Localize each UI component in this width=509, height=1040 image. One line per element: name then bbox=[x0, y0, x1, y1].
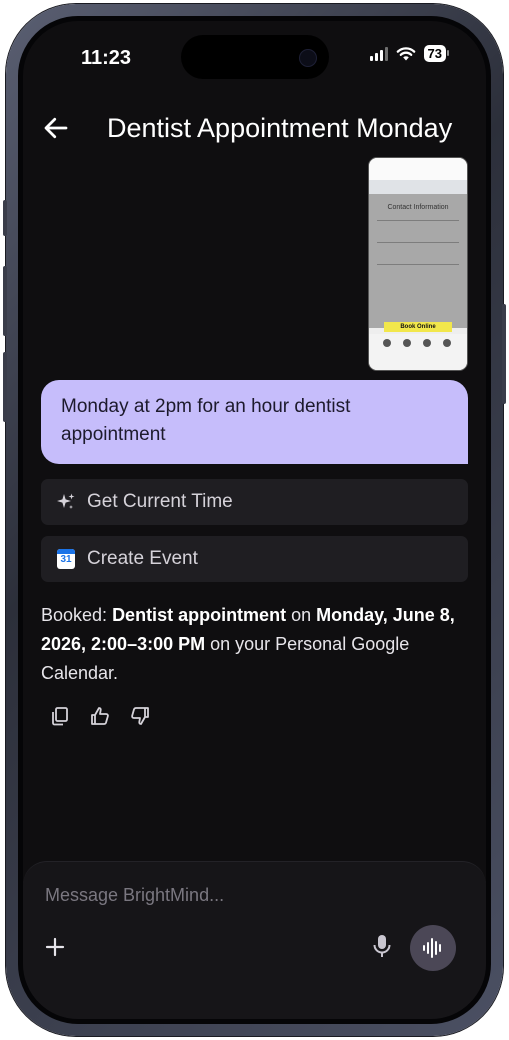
thumbs-down-icon[interactable] bbox=[129, 705, 151, 727]
response-prefix: Booked: bbox=[41, 605, 113, 625]
response-connector: on bbox=[286, 605, 317, 625]
tool-call-label: Get Current Time bbox=[87, 491, 233, 512]
thumbnail-dot bbox=[423, 339, 431, 347]
assistant-response: Booked: Dentist appointment on Monday, J… bbox=[41, 601, 464, 688]
copy-icon[interactable] bbox=[49, 705, 71, 727]
battery-icon: 73 bbox=[423, 45, 450, 62]
message-input[interactable]: Message BrightMind... bbox=[45, 885, 224, 906]
status-icons: 73 bbox=[369, 45, 450, 62]
sparkle-icon bbox=[55, 491, 77, 513]
plus-icon[interactable] bbox=[43, 935, 67, 959]
user-message-bubble: Monday at 2pm for an hour dentist appoin… bbox=[41, 380, 468, 464]
conversation-title: Dentist Appointment Monday bbox=[107, 113, 453, 143]
volume-up-button bbox=[3, 266, 7, 336]
response-event-name: Dentist appointment bbox=[112, 605, 287, 625]
action-button bbox=[3, 200, 7, 236]
power-button bbox=[502, 304, 506, 404]
top-app-bar: Dentist Appointment Monday bbox=[23, 103, 486, 155]
thumbnail-dot bbox=[443, 339, 451, 347]
wifi-icon bbox=[396, 46, 415, 60]
microphone-icon[interactable] bbox=[370, 933, 394, 959]
camera-icon bbox=[299, 49, 317, 67]
voice-mode-button[interactable] bbox=[410, 925, 456, 971]
thumbnail-divider bbox=[377, 242, 459, 243]
thumbs-up-icon[interactable] bbox=[89, 705, 111, 727]
dynamic-island bbox=[181, 35, 329, 79]
thumbnail-divider bbox=[377, 264, 459, 265]
thumbnail-book-button: Book Online bbox=[384, 322, 452, 332]
thumbnail-content bbox=[369, 194, 467, 328]
thumbnail-banner bbox=[369, 180, 467, 194]
tool-call-get-current-time[interactable]: Get Current Time bbox=[41, 479, 468, 525]
thumbnail-divider bbox=[377, 220, 459, 221]
back-arrow-icon[interactable] bbox=[41, 113, 71, 143]
phone-frame: 11:23 73 Dentist Appointment Monday Cont… bbox=[3, 4, 506, 1036]
waveform-icon bbox=[423, 938, 441, 958]
screen: 11:23 73 Dentist Appointment Monday Cont… bbox=[18, 16, 491, 1024]
tool-call-create-event[interactable]: 31 Create Event bbox=[41, 536, 468, 582]
status-time: 11:23 bbox=[81, 47, 132, 69]
attached-screenshot-thumbnail[interactable]: Contact Information Book Online bbox=[368, 157, 468, 371]
calendar-icon: 31 bbox=[55, 548, 77, 570]
thumbnail-dot bbox=[403, 339, 411, 347]
signal-icon bbox=[369, 46, 388, 61]
volume-down-button bbox=[3, 352, 7, 422]
tool-call-label: Create Event bbox=[87, 548, 198, 569]
thumbnail-heading: Contact Information bbox=[387, 204, 449, 211]
thumbnail-dot bbox=[383, 339, 391, 347]
thumbnail-header bbox=[369, 158, 467, 180]
response-actions bbox=[49, 705, 151, 727]
